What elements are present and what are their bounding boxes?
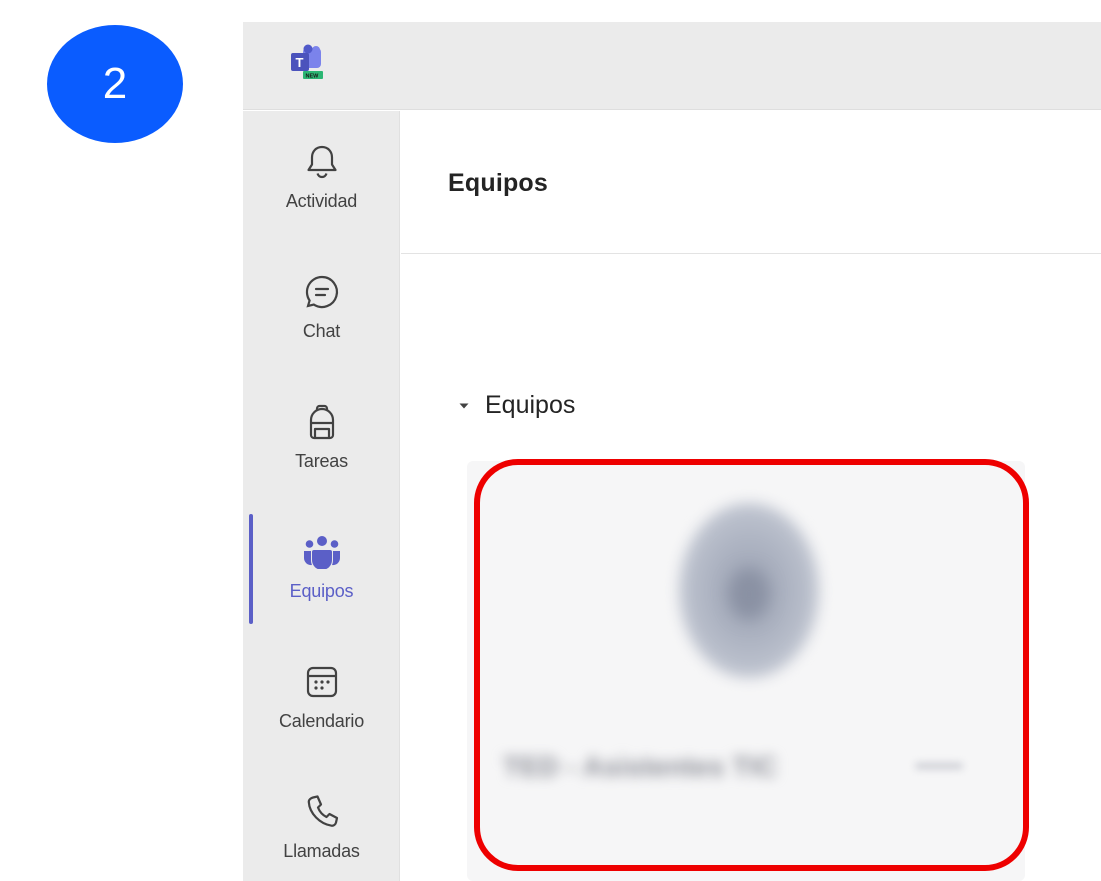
teams-app-window: T NEW Actividad Chat Tareas Equipos Cale…: [243, 22, 1101, 881]
title-bar: T NEW: [243, 22, 1101, 110]
logo-badge-text: NEW: [306, 74, 320, 80]
page-title: Equipos: [448, 169, 549, 197]
rail-item-label: Llamadas: [283, 841, 360, 861]
step-number-badge: 2: [47, 25, 183, 143]
rail-item-calendario[interactable]: Calendario: [243, 641, 400, 761]
rail-item-actividad[interactable]: Actividad: [243, 121, 400, 241]
calendar-icon: [301, 661, 343, 703]
app-bar: Actividad Chat Tareas Equipos Calendario…: [243, 111, 400, 881]
rail-item-equipos[interactable]: Equipos: [243, 511, 400, 631]
section-label: Equipos: [485, 391, 576, 419]
main-content: Equipos Equipos TED - Asistentes TIC: [401, 111, 1101, 881]
content-header: Equipos: [401, 111, 1101, 254]
caret-down-icon: [459, 403, 469, 408]
teams-people-icon: [301, 531, 343, 573]
chat-bubble-icon: [301, 271, 343, 313]
rail-item-tareas[interactable]: Tareas: [243, 381, 400, 501]
teams-logo-icon: T NEW: [291, 44, 323, 80]
team-avatar-detail: [729, 569, 769, 619]
svg-text:T: T: [296, 55, 304, 70]
rail-item-label: Chat: [302, 321, 341, 341]
rail-item-label: Equipos: [289, 581, 354, 601]
backpack-icon: [301, 401, 343, 443]
rail-item-label: Calendario: [278, 711, 365, 731]
rail-item-label: Actividad: [285, 191, 358, 211]
teams-section-toggle[interactable]: Equipos: [457, 391, 575, 420]
rail-item-llamadas[interactable]: Llamadas: [243, 771, 400, 881]
phone-icon: [301, 791, 343, 833]
rail-item-label: Tareas: [295, 451, 348, 471]
team-card[interactable]: TED - Asistentes TIC: [467, 461, 1025, 881]
more-options-icon[interactable]: [915, 763, 963, 769]
rail-item-chat[interactable]: Chat: [243, 251, 400, 371]
bell-icon: [301, 141, 343, 183]
team-name: TED - Asistentes TIC: [503, 751, 778, 782]
